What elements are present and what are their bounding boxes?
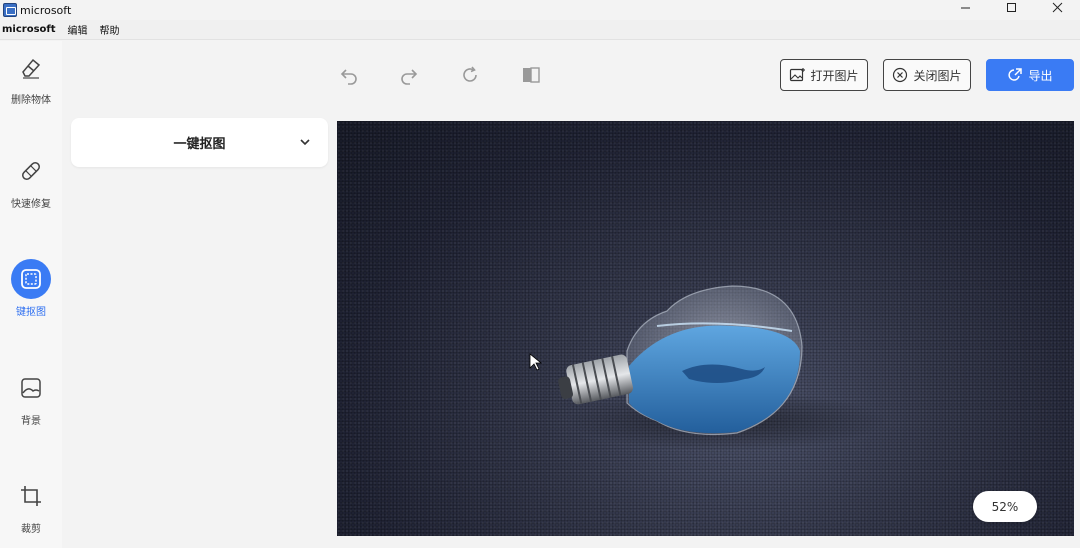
compare-icon [523, 67, 540, 83]
export-button[interactable]: 导出 [986, 59, 1074, 91]
minimize-icon [960, 7, 970, 8]
redo-icon [401, 69, 418, 85]
sidebar-item-remove-object[interactable]: 删除物体 [0, 47, 62, 106]
close-image-label: 关闭图片 [913, 68, 962, 83]
chevron-down-icon [300, 139, 310, 146]
lightbulb-image [529, 285, 887, 451]
sidebar-item-quick-fix[interactable]: 快速修复 [0, 151, 62, 210]
window-title: microsoft [20, 3, 72, 17]
export-icon [1008, 68, 1023, 81]
sidebar-item-label: 快速修复 [11, 199, 51, 210]
image-icon [11, 368, 51, 408]
menu-bar: microsoft 编辑 帮助 [0, 20, 1080, 40]
close-circle-icon [893, 67, 908, 83]
refresh-icon [463, 66, 477, 82]
cutout-icon [11, 259, 51, 299]
menu-help[interactable]: 帮助 [100, 22, 120, 37]
cutout-panel-header[interactable]: 一键抠图 [71, 118, 328, 167]
sidebar-item-label: 背景 [21, 416, 41, 427]
panel-title: 一键抠图 [173, 137, 226, 152]
minimize-button[interactable] [942, 0, 988, 14]
eraser-icon [11, 47, 51, 87]
app-icon [3, 3, 17, 17]
title-bar: microsoft [0, 0, 1080, 20]
sidebar-item-label: 裁剪 [21, 524, 41, 535]
sidebar-item-label: 删除物体 [11, 95, 51, 106]
menu-app[interactable]: microsoft [2, 24, 56, 35]
menu-edit[interactable]: 编辑 [68, 22, 88, 37]
sidebar-item-label: 键抠图 [16, 307, 46, 318]
redo-button[interactable] [398, 64, 420, 86]
sidebar-item-crop[interactable]: 裁剪 [0, 476, 62, 535]
open-image-button[interactable]: 打开图片 [780, 59, 868, 91]
window-controls [942, 0, 1080, 20]
undo-button[interactable] [338, 64, 360, 86]
crop-icon [11, 476, 51, 516]
bandage-icon [11, 151, 51, 191]
sidebar-item-cutout[interactable]: 键抠图 [0, 259, 62, 318]
sidebar-item-background[interactable]: 背景 [0, 368, 62, 427]
reset-button[interactable] [459, 64, 481, 86]
maximize-button[interactable] [988, 0, 1034, 14]
export-label: 导出 [1028, 68, 1053, 83]
tool-sidebar: 删除物体 快速修复 键抠图 背景 裁剪 [0, 41, 62, 548]
maximize-icon [1006, 2, 1016, 12]
image-canvas[interactable] [337, 121, 1074, 536]
open-image-label: 打开图片 [810, 68, 859, 83]
image-plus-icon [790, 68, 806, 82]
undo-icon [340, 69, 357, 85]
compare-button[interactable] [520, 64, 542, 86]
close-icon [1052, 2, 1062, 12]
close-image-button[interactable]: 关闭图片 [883, 59, 971, 91]
zoom-indicator: 52% [973, 491, 1037, 522]
close-window-button[interactable] [1034, 0, 1080, 14]
